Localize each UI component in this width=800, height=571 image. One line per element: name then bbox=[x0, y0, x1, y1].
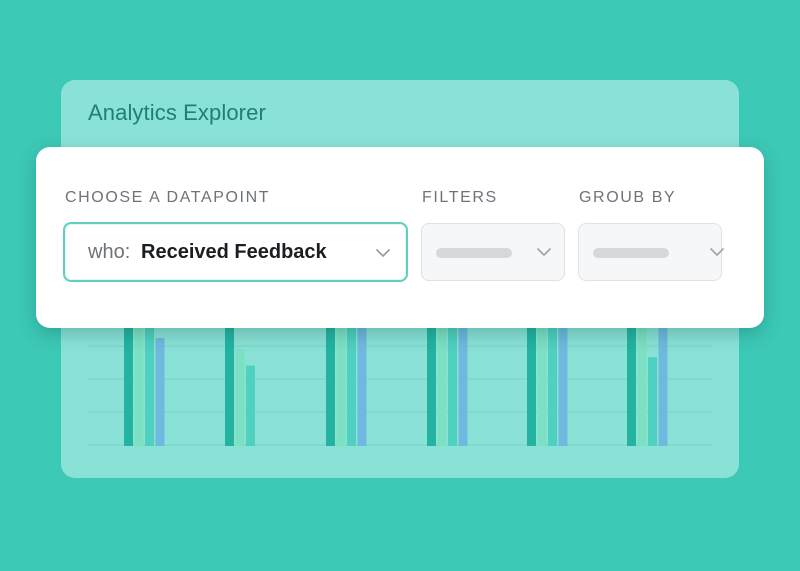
chart-bar bbox=[246, 365, 255, 446]
chart-bar bbox=[427, 326, 436, 446]
filters-placeholder bbox=[436, 248, 512, 258]
chart-bar bbox=[326, 326, 335, 446]
filters-select[interactable] bbox=[421, 223, 565, 281]
datapoint-value: Received Feedback bbox=[141, 241, 327, 263]
chevron-down-icon bbox=[537, 248, 551, 256]
chart-bar bbox=[537, 326, 547, 446]
chart-bar bbox=[548, 326, 557, 446]
chart-bar bbox=[145, 326, 154, 446]
chart-bar bbox=[558, 326, 568, 446]
group-by-label: GROUB BY bbox=[579, 189, 677, 206]
chart-bar bbox=[357, 326, 367, 446]
chart-bar bbox=[627, 326, 636, 446]
chart-bar bbox=[155, 338, 165, 446]
chart-bar bbox=[225, 326, 234, 446]
chart-bar bbox=[437, 326, 447, 446]
chart-bar bbox=[134, 326, 144, 446]
chart-bar bbox=[336, 326, 346, 446]
chart-bar bbox=[527, 326, 536, 446]
chart-bar bbox=[648, 357, 657, 446]
chart-bar bbox=[448, 326, 457, 446]
chart-bar bbox=[658, 326, 668, 446]
chevron-down-icon bbox=[710, 248, 724, 256]
chart-bar bbox=[637, 326, 647, 446]
group-by-placeholder bbox=[593, 248, 669, 258]
filters-label: FILTERS bbox=[422, 189, 498, 206]
chart-bar bbox=[124, 326, 133, 446]
datapoint-select[interactable]: who: Received Feedback bbox=[63, 222, 408, 282]
chart-bar bbox=[458, 326, 468, 446]
chevron-down-icon bbox=[376, 249, 390, 257]
chart-bar bbox=[347, 326, 356, 446]
chart-bar bbox=[235, 348, 245, 446]
datapoint-prefix: who: bbox=[88, 241, 131, 263]
group-by-select[interactable] bbox=[578, 223, 724, 281]
datapoint-label: CHOOSE A DATAPOINT bbox=[65, 189, 271, 206]
